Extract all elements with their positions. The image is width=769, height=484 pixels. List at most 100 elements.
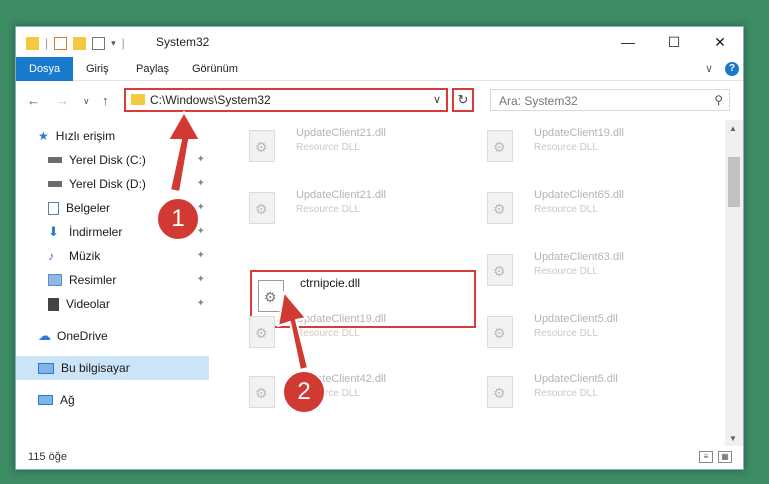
drive-icon: [48, 157, 62, 163]
sidebar-item-label: İndirmeler: [69, 225, 123, 239]
dll-file-icon: [487, 130, 513, 162]
network-icon: [38, 395, 53, 405]
sidebar-item-label: Yerel Disk (D:): [69, 177, 146, 191]
folder-icon: [26, 36, 39, 50]
pin-icon[interactable]: ✦: [197, 250, 205, 261]
sidebar-item-label: Hızlı erişim: [55, 129, 116, 143]
sidebar-item-network[interactable]: Ağ: [16, 388, 209, 412]
file-item[interactable]: UpdateClient21.dll Resource DLL: [223, 120, 453, 170]
star-icon: ★: [38, 129, 49, 143]
file-item[interactable]: UpdateClient21.dll Resource DLL: [223, 182, 453, 232]
pin-icon[interactable]: ✦: [197, 154, 205, 165]
file-item[interactable]: UpdateClient65.dll Resource DLL: [461, 182, 691, 232]
customize-icon[interactable]: [92, 36, 106, 50]
address-path[interactable]: C:\Windows\System32: [150, 93, 271, 107]
pin-icon[interactable]: ✦: [197, 178, 205, 189]
refresh-button[interactable]: ↻: [452, 88, 474, 112]
maximize-button[interactable]: ☐: [651, 27, 697, 57]
up-button[interactable]: ↑: [102, 93, 109, 108]
search-box[interactable]: Ara: System32 ⚲: [490, 89, 730, 111]
video-icon: [48, 297, 59, 311]
download-icon: ⬇: [48, 224, 59, 239]
sidebar-item-pictures[interactable]: Resimler ✦: [16, 268, 209, 292]
sidebar-item-label: Ağ: [60, 393, 75, 407]
sidebar-item-local-disk-d[interactable]: Yerel Disk (D:) ✦: [16, 172, 209, 196]
dll-file-icon: [487, 316, 513, 348]
file-name: UpdateClient21.dll: [296, 127, 386, 139]
file-type: Resource DLL: [534, 204, 598, 215]
file-name: UpdateClient63.dll: [534, 251, 624, 263]
sidebar-item-label: Bu bilgisayar: [61, 361, 130, 375]
properties-icon[interactable]: [54, 36, 68, 50]
pin-icon[interactable]: ✦: [197, 274, 205, 285]
file-item[interactable]: UpdateClient19.dll Resource DLL: [461, 120, 691, 170]
file-item[interactable]: UpdateClient5.dll Resource DLL: [461, 306, 691, 356]
recent-locations-button[interactable]: ∨: [83, 96, 90, 107]
separator: |: [121, 36, 125, 50]
file-item[interactable]: UpdateClient63.dll Resource DLL: [461, 244, 691, 294]
new-folder-icon[interactable]: [73, 36, 87, 50]
file-name: UpdateClient21.dll: [296, 189, 386, 201]
file-type: Resource DLL: [296, 142, 360, 153]
folder-icon: [131, 94, 145, 105]
file-item[interactable]: UpdateClient19.dll Resource DLL: [223, 306, 453, 356]
scroll-up-icon[interactable]: ▲: [729, 124, 737, 133]
sidebar-item-onedrive[interactable]: ☁ OneDrive: [16, 324, 209, 348]
search-icon[interactable]: ⚲: [714, 93, 723, 107]
separator: |: [45, 36, 49, 50]
file-type: Resource DLL: [534, 142, 598, 153]
music-icon: ♪: [48, 249, 54, 263]
file-name: UpdateClient19.dll: [534, 127, 624, 139]
drive-icon: [48, 181, 62, 187]
tab-view[interactable]: Görünüm: [192, 57, 238, 81]
sidebar-item-quick-access[interactable]: ★ Hızlı erişim: [16, 124, 209, 148]
sidebar-item-this-pc[interactable]: Bu bilgisayar: [16, 356, 209, 380]
dll-file-icon: [249, 192, 275, 224]
sidebar-item-label: Resimler: [69, 273, 117, 287]
file-item[interactable]: UpdateClient5.dll Resource DLL: [461, 366, 691, 416]
file-type: Resource DLL: [296, 328, 360, 339]
pin-icon[interactable]: ✦: [197, 298, 205, 309]
dll-file-icon: [249, 376, 275, 408]
file-type: Resource DLL: [534, 388, 598, 399]
status-bar: 115 öğe ≡ ▦: [16, 446, 743, 469]
sidebar-item-local-disk-c[interactable]: Yerel Disk (C:) ✦: [16, 148, 209, 172]
scroll-down-icon[interactable]: ▼: [729, 434, 737, 443]
file-name: UpdateClient65.dll: [534, 189, 624, 201]
sidebar-item-label: Yerel Disk (C:): [69, 153, 146, 167]
file-item[interactable]: UpdateClient42.dll Resource DLL: [223, 366, 453, 416]
window-title: System32: [156, 35, 210, 49]
tab-file[interactable]: Dosya: [16, 57, 74, 81]
minimize-button[interactable]: —: [605, 27, 651, 57]
navigation-bar: ← → ∨ ↑ C:\Windows\System32 ∨ ↻ Ara: Sys…: [16, 82, 743, 120]
title-bar: | ▾ | System32 — ☐ ✕: [16, 27, 743, 57]
large-icons-view-button[interactable]: ▦: [718, 451, 732, 463]
chevron-down-icon[interactable]: ∨: [433, 93, 441, 106]
navigation-pane: ★ Hızlı erişim Yerel Disk (C:) ✦ Yerel D…: [16, 120, 209, 446]
dll-file-icon: [487, 376, 513, 408]
dll-file-icon: [487, 192, 513, 224]
forward-button[interactable]: →: [56, 93, 69, 108]
sidebar-item-label: Belgeler: [66, 201, 111, 215]
help-icon[interactable]: ?: [725, 62, 739, 76]
tab-home[interactable]: Giriş: [86, 57, 109, 81]
vertical-scrollbar[interactable]: ▲ ▼: [725, 120, 743, 446]
file-type: Resource DLL: [534, 266, 598, 277]
details-view-button[interactable]: ≡: [699, 451, 713, 463]
address-bar[interactable]: C:\Windows\System32 ∨: [124, 88, 448, 112]
chevron-down-icon[interactable]: ▾: [111, 38, 116, 49]
dll-file-icon: [249, 130, 275, 162]
scrollbar-thumb[interactable]: [728, 157, 740, 207]
close-button[interactable]: ✕: [697, 27, 743, 57]
tab-share[interactable]: Paylaş: [136, 57, 169, 81]
file-type: Resource DLL: [296, 204, 360, 215]
file-name: ctrnipcie.dll: [300, 276, 361, 290]
file-name: UpdateClient5.dll: [534, 373, 618, 385]
sidebar-item-videos[interactable]: Videolar ✦: [16, 292, 209, 316]
ribbon-tabs: Dosya Giriş Paylaş Görünüm ∨ ?: [16, 57, 743, 81]
back-button[interactable]: ←: [27, 93, 40, 108]
file-name: UpdateClient5.dll: [534, 313, 618, 325]
sidebar-item-music[interactable]: ♪ Müzik ✦: [16, 244, 209, 268]
file-name: UpdateClient19.dll: [296, 313, 386, 325]
expand-ribbon-button[interactable]: ∨: [705, 57, 713, 81]
